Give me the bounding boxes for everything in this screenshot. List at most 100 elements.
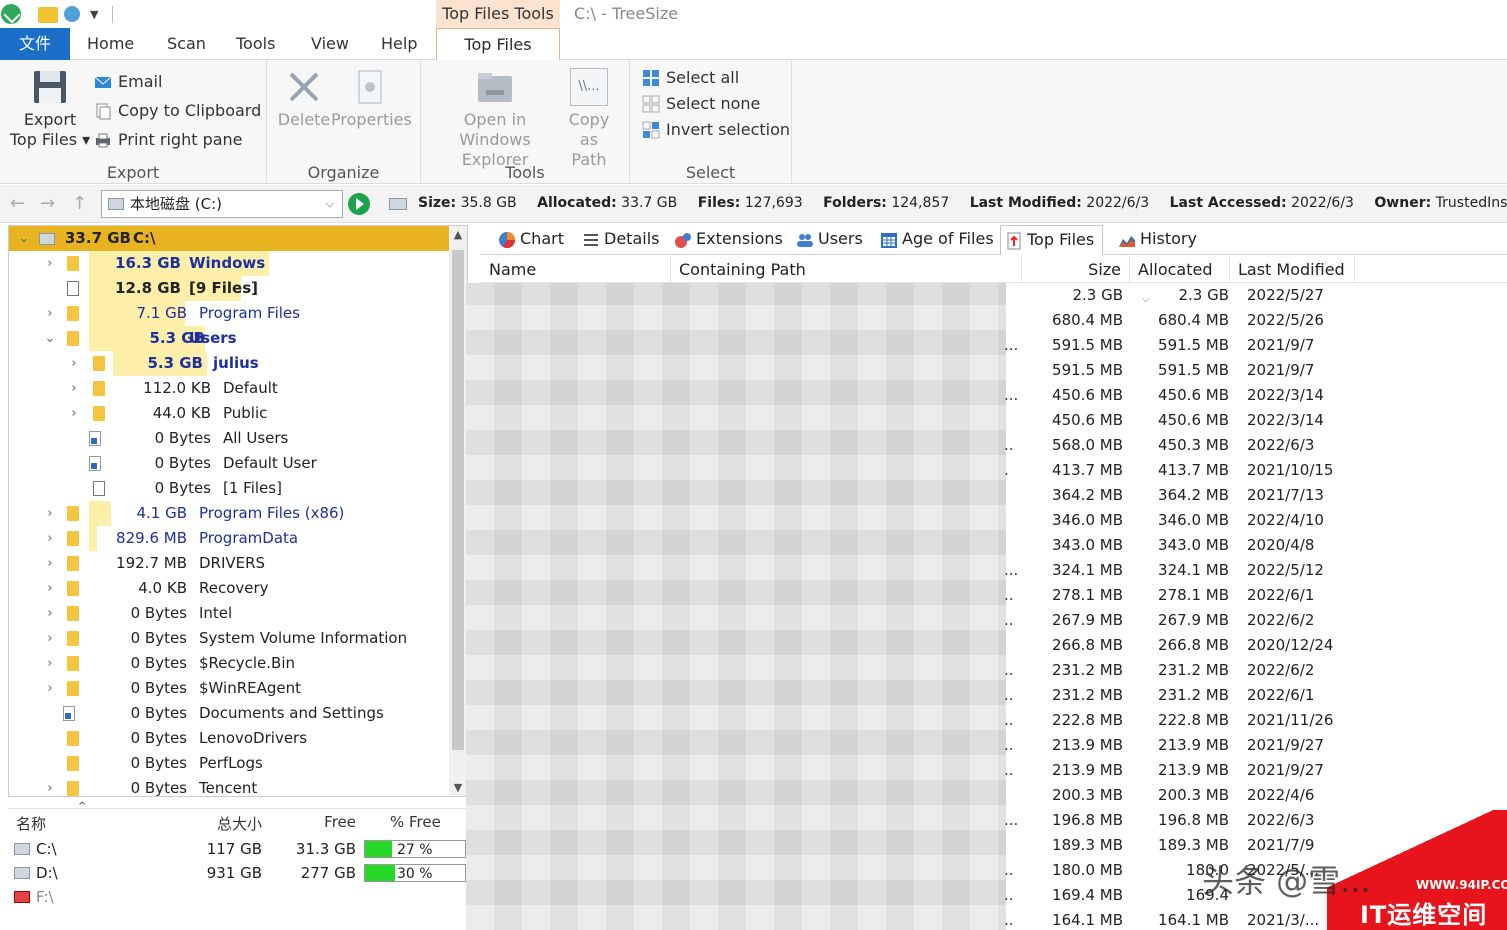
drive-select[interactable]: 本地磁盘 (C:) ⌵ bbox=[101, 190, 343, 218]
tree-row[interactable]: › 5.3 GB julius bbox=[9, 351, 449, 376]
tree-row[interactable]: › 0 Bytes Intel bbox=[9, 601, 449, 626]
table-row[interactable]: 450.6 MB 450.6 MB 2022/3/14 bbox=[466, 408, 1507, 433]
drive-row[interactable]: D:\ 931 GB 277 GB 30 % bbox=[8, 861, 468, 885]
tree-row[interactable]: › 192.7 MB DRIVERS bbox=[9, 551, 449, 576]
column-header-size[interactable]: Size bbox=[1022, 256, 1130, 283]
tab-tools[interactable]: Tools bbox=[230, 28, 281, 60]
tree-row[interactable]: 0 Bytes [1 Files] bbox=[9, 476, 449, 501]
scroll-up-icon[interactable]: ▲ bbox=[449, 228, 467, 241]
expand-chevron-icon[interactable]: › bbox=[43, 301, 57, 326]
table-row[interactable]: .. 213.9 MB 213.9 MB 2021/9/27 bbox=[466, 758, 1507, 783]
table-row[interactable]: ... 450.6 MB 450.6 MB 2022/3/14 bbox=[466, 383, 1507, 408]
tree-scrollbar[interactable]: ▲ ▼ bbox=[449, 226, 467, 796]
tree-row[interactable]: › 0 Bytes $Recycle.Bin bbox=[9, 651, 449, 676]
table-row[interactable]: ... 591.5 MB 591.5 MB 2021/9/7 bbox=[466, 333, 1507, 358]
table-row[interactable]: . 413.7 MB 413.7 MB 2021/10/15 bbox=[466, 458, 1507, 483]
table-row[interactable]: .. 231.2 MB 231.2 MB 2022/6/1 bbox=[466, 683, 1507, 708]
table-row[interactable]: 364.2 MB 364.2 MB 2021/7/13 bbox=[466, 483, 1507, 508]
delete-button[interactable]: Delete bbox=[275, 68, 333, 130]
tab-help[interactable]: Help bbox=[375, 28, 423, 60]
back-arrow-icon[interactable]: ← bbox=[10, 193, 25, 214]
expand-chevron-icon[interactable]: › bbox=[43, 626, 57, 651]
app-logo-icon[interactable] bbox=[1, 4, 21, 24]
scrollbar-thumb[interactable] bbox=[452, 250, 464, 750]
forward-arrow-icon[interactable]: → bbox=[40, 193, 55, 214]
tab-scan[interactable]: Scan bbox=[161, 28, 212, 60]
table-row[interactable]: ... 324.1 MB 324.1 MB 2022/5/12 bbox=[466, 558, 1507, 583]
tree-row[interactable]: 0 Bytes LenovoDrivers bbox=[9, 726, 449, 751]
table-row[interactable]: .. 278.1 MB 278.1 MB 2022/6/1 bbox=[466, 583, 1507, 608]
expand-chevron-icon[interactable]: › bbox=[43, 676, 57, 701]
table-row[interactable]: 200.3 MB 200.3 MB 2022/4/6 bbox=[466, 783, 1507, 808]
expand-chevron-icon[interactable]: › bbox=[43, 601, 57, 626]
tree-row[interactable]: 0 Bytes PerfLogs bbox=[9, 751, 449, 776]
tab-top-files[interactable]: Top Files bbox=[436, 28, 560, 61]
table-row[interactable]: .. 213.9 MB 213.9 MB 2021/9/27 bbox=[466, 733, 1507, 758]
tab-file[interactable]: 文件 bbox=[0, 28, 70, 60]
export-top-files-button[interactable]: Export Top Files ▾ bbox=[8, 68, 92, 150]
tree-row[interactable]: › 44.0 KB Public bbox=[9, 401, 449, 426]
drives-header-total[interactable]: 总大小 bbox=[158, 813, 262, 834]
column-header-allocated[interactable]: Allocated ⌵ bbox=[1130, 256, 1230, 305]
tab-chart[interactable]: Chart bbox=[494, 225, 564, 255]
print-right-pane-button[interactable]: Print right pane bbox=[94, 128, 243, 152]
tab-home[interactable]: Home bbox=[81, 28, 140, 60]
collapse-chevron-icon[interactable]: ⌄ bbox=[43, 326, 57, 351]
scroll-down-icon[interactable]: ▼ bbox=[449, 781, 467, 794]
tree-row[interactable]: › 4.0 KB Recovery bbox=[9, 576, 449, 601]
table-row[interactable]: .. 231.2 MB 231.2 MB 2022/6/2 bbox=[466, 658, 1507, 683]
column-header-name[interactable]: Name bbox=[481, 256, 671, 283]
table-row[interactable]: 2.3 GB 2.3 GB 2022/5/27 bbox=[466, 283, 1507, 308]
expand-chevron-icon[interactable]: › bbox=[43, 551, 57, 576]
drives-header-free[interactable]: Free bbox=[268, 813, 356, 831]
tree-row[interactable]: ⌄ 5.3 GB Users bbox=[9, 326, 449, 351]
expand-chevron-icon[interactable]: › bbox=[67, 351, 81, 376]
tree-row[interactable]: › 7.1 GB Program Files bbox=[9, 301, 449, 326]
invert-selection-button[interactable]: Invert selection bbox=[642, 118, 790, 142]
tree-row[interactable]: › 112.0 KB Default bbox=[9, 376, 449, 401]
tree-row[interactable]: 0 Bytes Documents and Settings bbox=[9, 701, 449, 726]
column-header-containing-path[interactable]: Containing Path bbox=[671, 256, 1022, 283]
tab-extensions[interactable]: Extensions bbox=[670, 225, 783, 255]
select-all-button[interactable]: Select all bbox=[642, 66, 739, 90]
drive-row[interactable]: C:\ 117 GB 31.3 GB 27 % bbox=[8, 837, 468, 861]
tree-row[interactable]: › 0 Bytes System Volume Information bbox=[9, 626, 449, 651]
table-row[interactable]: 680.4 MB 680.4 MB 2022/5/26 bbox=[466, 308, 1507, 333]
expand-chevron-icon[interactable]: › bbox=[43, 251, 57, 276]
collapse-chevron-icon[interactable]: ⌄ bbox=[17, 226, 31, 251]
tree-row[interactable]: › 0 Bytes $WinREAgent bbox=[9, 676, 449, 701]
tab-history[interactable]: History bbox=[1114, 225, 1197, 255]
drive-row[interactable]: F:\ bbox=[8, 885, 468, 909]
copy-as-path-button[interactable]: \\... Copy as Path bbox=[561, 68, 617, 170]
tree-row[interactable]: 12.8 GB [9 Files] bbox=[9, 276, 449, 301]
folder-icon[interactable] bbox=[38, 7, 58, 23]
select-none-button[interactable]: Select none bbox=[642, 92, 760, 116]
tree-row[interactable]: › 4.1 GB Program Files (x86) bbox=[9, 501, 449, 526]
tree-row[interactable]: › 829.6 MB ProgramData bbox=[9, 526, 449, 551]
expand-chevron-icon[interactable]: › bbox=[67, 401, 81, 426]
tab-age-of-files[interactable]: Age of Files bbox=[876, 225, 994, 255]
tab-details[interactable]: Details bbox=[578, 225, 659, 255]
table-row[interactable]: 266.8 MB 266.8 MB 2020/12/24 bbox=[466, 633, 1507, 658]
column-header-last-modified[interactable]: Last Modified bbox=[1230, 256, 1355, 283]
expand-chevron-icon[interactable]: › bbox=[43, 776, 57, 796]
tab-view[interactable]: View bbox=[305, 28, 355, 60]
email-button[interactable]: Email bbox=[94, 70, 162, 94]
up-arrow-icon[interactable]: ↑ bbox=[72, 193, 87, 214]
scan-icon[interactable] bbox=[64, 6, 80, 22]
table-row[interactable]: 343.0 MB 343.0 MB 2020/4/8 bbox=[466, 533, 1507, 558]
tab-users[interactable]: Users bbox=[792, 225, 863, 255]
drives-header-name[interactable]: 名称 bbox=[16, 813, 46, 834]
tree-row[interactable]: ⌄ 33.7 GB C:\ bbox=[9, 226, 449, 251]
expand-chevron-icon[interactable]: › bbox=[43, 651, 57, 676]
go-play-button[interactable] bbox=[348, 193, 370, 215]
tab-top-files-view[interactable]: Top Files bbox=[1000, 225, 1104, 256]
drives-header-pct-free[interactable]: % Free bbox=[390, 813, 441, 831]
expand-chevron-icon[interactable]: › bbox=[67, 376, 81, 401]
tree-row[interactable]: › 0 Bytes Tencent bbox=[9, 776, 449, 796]
properties-button[interactable]: Properties bbox=[331, 68, 412, 130]
expand-chevron-icon[interactable]: › bbox=[43, 526, 57, 551]
table-row[interactable]: .. 267.9 MB 267.9 MB 2022/6/2 bbox=[466, 608, 1507, 633]
folder-tree[interactable]: ⌄ 33.7 GB C:\ › 16.3 GB Windows 12.8 GB [9 File… bbox=[8, 225, 468, 797]
table-row[interactable]: .. 222.8 MB 222.8 MB 2021/11/26 bbox=[466, 708, 1507, 733]
